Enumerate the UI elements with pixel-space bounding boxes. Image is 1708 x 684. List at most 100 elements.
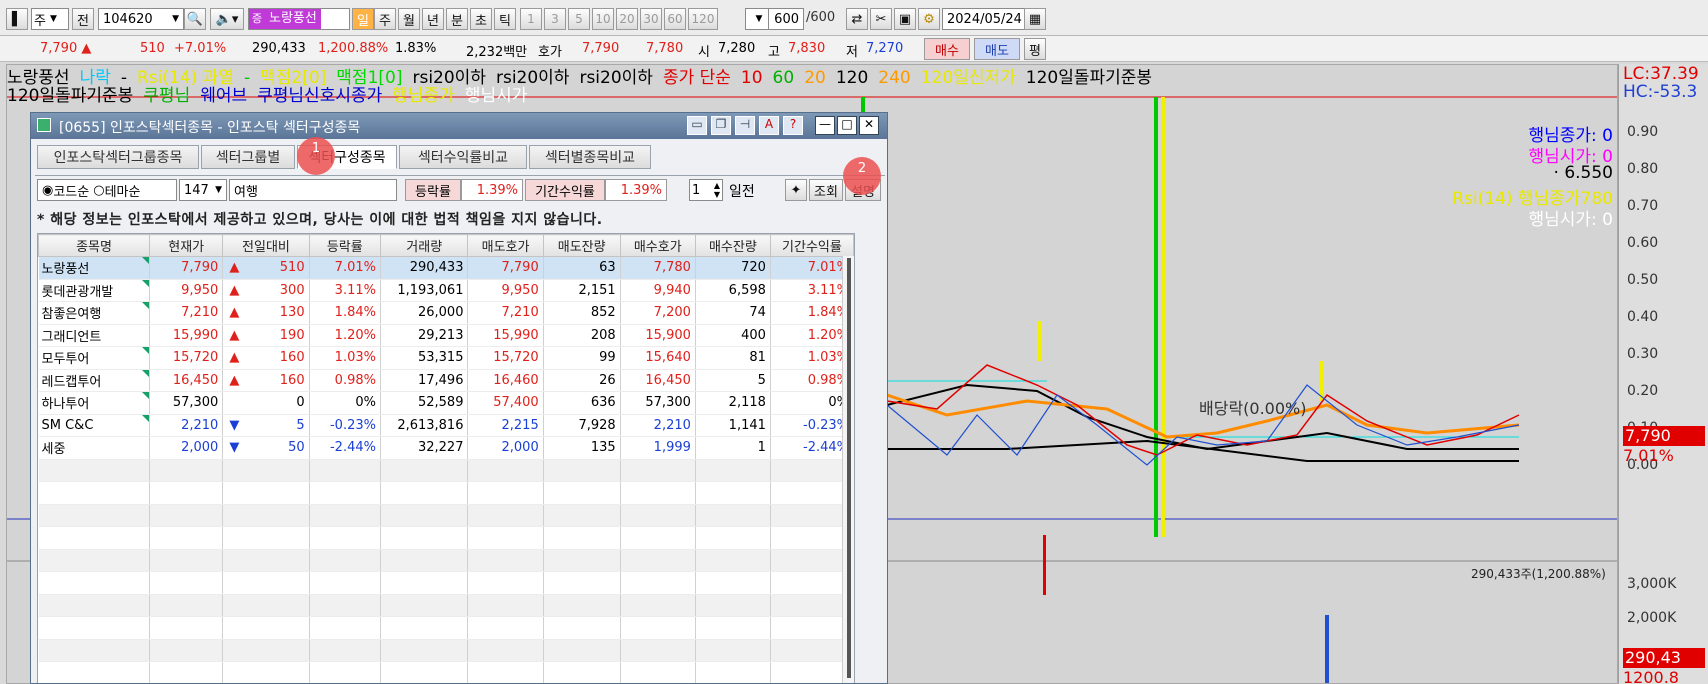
minute-3[interactable]: 3	[544, 8, 566, 30]
timeframe-6[interactable]: 틱	[494, 8, 516, 30]
stock-name-field[interactable]: 증 노랑풍선	[248, 8, 350, 30]
timeframe-2[interactable]: 월	[398, 8, 420, 30]
legend-item[interactable]: 쿠평님	[143, 86, 190, 106]
indicator-label: 행님시가: 0	[1528, 210, 1613, 230]
table-row[interactable]: SM C&C 2,210 ▼ 5 -0.23% 2,613,816 2,215 7,928 2,…	[38, 414, 854, 437]
radio-code-label[interactable]: 코드순	[53, 181, 89, 200]
buy-button[interactable]: 매수	[924, 38, 970, 60]
empty-row	[38, 661, 854, 683]
calendar-icon[interactable]: ▦	[1024, 8, 1046, 30]
radio-code-icon[interactable]: ◉	[42, 183, 53, 198]
speaker-icon[interactable]: 🔈▾	[210, 8, 244, 30]
minute-10[interactable]: 10	[592, 8, 614, 30]
table-row[interactable]: 롯데관광개발 9,950 ▲ 300 3.11% 1,193,061 9,950 2,151 9…	[38, 279, 854, 302]
column-header[interactable]: 전일대비	[222, 234, 310, 257]
minute-60[interactable]: 60	[664, 8, 686, 30]
layout-icon[interactable]: ▭	[687, 116, 707, 135]
tab-4[interactable]: 섹터별종목비교	[529, 145, 651, 169]
tab-3[interactable]: 섹터수익률비교	[399, 145, 527, 169]
minute-5[interactable]: 5	[568, 8, 590, 30]
timeframe-4[interactable]: 분	[446, 8, 468, 30]
avg-button[interactable]: 평	[1024, 38, 1046, 60]
count-input[interactable]: 600	[768, 8, 804, 30]
cell-ask: 57,400	[467, 391, 544, 415]
indicator-legend-2[interactable]: 120일돌파기준봉 쿠평님 웨어브 쿠평님신호시종가 행님종가 행님시가	[7, 81, 1617, 106]
chart-menu-icon[interactable]: ▌	[6, 8, 28, 30]
table-row[interactable]: 모두투어 15,720 ▲ 160 1.03% 53,315 15,720 99 15,640 8…	[38, 346, 854, 370]
column-header[interactable]: 매수호가	[619, 234, 696, 257]
disclaimer-notice: * 해당 정보는 인포스탁에서 제공하고 있으며, 당사는 이에 대한 법적 책…	[37, 212, 603, 228]
tool-icon[interactable]: ⇄	[846, 8, 868, 30]
table-row[interactable]: 그래디언트 15,990 ▲ 190 1.20% 29,213 15,990 208 15,90…	[38, 324, 854, 347]
pin-icon[interactable]: ⊣	[735, 116, 755, 135]
column-header[interactable]: 거래량	[379, 234, 469, 257]
table-row[interactable]: 세중 2,000 ▼ 50 -2.44% 32,227 2,000 135 1,999 1 -2.4…	[38, 436, 854, 460]
minute-20[interactable]: 20	[616, 8, 638, 30]
days-stepper[interactable]: 1 ▲ ▼	[689, 179, 723, 201]
price-axis[interactable]: LC:37.39 HC:-53.3 0.90 0.80 0.70 0.60 0.50 0.…	[1618, 64, 1708, 684]
table-row[interactable]: 노랑풍선 7,790 ▲ 510 7.01% 290,433 7,790 63 7,780 720…	[38, 256, 854, 280]
maximize-icon[interactable]: □	[837, 116, 857, 135]
search-button[interactable]: 조회	[809, 179, 843, 201]
table-row[interactable]: 레드캡투어 16,450 ▲ 160 0.98% 17,496 16,460 26 16,450…	[38, 369, 854, 392]
sort-radio-group: ◉ 코드순 ○ 테마순	[37, 179, 177, 201]
settings-icon[interactable]: ✦	[785, 179, 807, 201]
font-icon[interactable]: A	[759, 116, 779, 135]
empty-cell	[149, 571, 224, 595]
copy-icon[interactable]: ❐	[711, 116, 731, 135]
save-icon[interactable]: ▣	[894, 8, 916, 30]
date-input[interactable]: 2024/05/24	[942, 8, 1032, 30]
sector-name-field[interactable]: 여행	[229, 179, 397, 201]
empty-cell	[695, 639, 771, 662]
open-label: 시	[698, 45, 710, 60]
minute-120[interactable]: 120	[688, 8, 718, 30]
column-header[interactable]: 매도잔량	[542, 234, 621, 257]
grid-scrollbar[interactable]	[842, 256, 854, 683]
legend-item[interactable]: 120일돌파기준봉	[7, 86, 133, 106]
legend-item[interactable]: 쿠평님신호시종가	[257, 86, 382, 106]
tab-0[interactable]: 인포스탁섹터그룹종목	[37, 145, 199, 169]
close-icon[interactable]: ✕	[859, 116, 879, 135]
gear-icon[interactable]: ⚙	[918, 8, 940, 30]
chevron-down-icon[interactable]: ▼	[172, 14, 179, 24]
legend-item[interactable]: 행님종가	[392, 86, 455, 106]
empty-cell	[38, 459, 151, 482]
column-header[interactable]: 매도호가	[467, 234, 544, 257]
stock-code-input[interactable]: 104620 ▼	[98, 8, 184, 30]
empty-cell	[309, 571, 381, 595]
market-select[interactable]: 주 ▼	[31, 8, 69, 30]
period-button[interactable]: 전	[72, 8, 94, 30]
cell-askq: 63	[543, 256, 621, 280]
sector-code-select[interactable]: 147 ▼	[179, 179, 227, 201]
minute-1[interactable]: 1	[520, 8, 542, 30]
stepper-arrows-icon[interactable]: ▲ ▼	[714, 181, 720, 199]
column-header[interactable]: 종목명	[38, 234, 151, 257]
table-row[interactable]: 참좋은여행 7,210 ▲ 130 1.84% 26,000 7,210 852 7,200 74…	[38, 301, 854, 325]
search-icon[interactable]: 🔍	[184, 8, 206, 30]
column-header[interactable]: 기간수익률	[769, 234, 854, 257]
table-row[interactable]: 하나투어 57,300 0 0% 52,589 57,400 636 57,300 2,118 0…	[38, 391, 854, 415]
timeframe-3[interactable]: 년	[422, 8, 444, 30]
sell-button[interactable]: 매도	[974, 38, 1020, 60]
minute-30[interactable]: 30	[640, 8, 662, 30]
window-titlebar[interactable]: [0655] 인포스탁섹터종목 - 인포스탁 섹터구성종목 ▭ ❐ ⊣ A ? …	[31, 113, 887, 139]
cell-name: 노랑풍선	[38, 256, 151, 280]
cell-name: 참좋은여행	[38, 301, 151, 325]
legend-item[interactable]: 웨어브	[200, 86, 247, 106]
scissors-icon[interactable]: ✂	[870, 8, 892, 30]
cell-bidq: 74	[695, 301, 771, 325]
tab-1[interactable]: 섹터그룹별	[201, 145, 295, 169]
timeframe-1[interactable]: 주	[374, 8, 396, 30]
legend-item[interactable]: 행님시가	[465, 86, 528, 106]
column-header[interactable]: 현재가	[149, 234, 224, 257]
minimize-icon[interactable]: —	[815, 116, 835, 135]
column-header[interactable]: 매수잔량	[694, 234, 771, 257]
radio-theme-label[interactable]: 테마순	[105, 181, 141, 200]
radio-theme-icon[interactable]: ○	[93, 183, 104, 198]
sector-stock-grid[interactable]: 종목명 현재가 전일대비 등락률 거래량 매도호가 매도잔량 매수호가 매수잔량 기간수익률 노랑풍…	[37, 233, 855, 683]
help-icon[interactable]: ?	[783, 116, 803, 135]
timeframe-0[interactable]: 일	[352, 8, 374, 30]
empty-cell	[695, 594, 771, 617]
timeframe-5[interactable]: 초	[470, 8, 492, 30]
column-header[interactable]: 등락률	[308, 234, 381, 257]
